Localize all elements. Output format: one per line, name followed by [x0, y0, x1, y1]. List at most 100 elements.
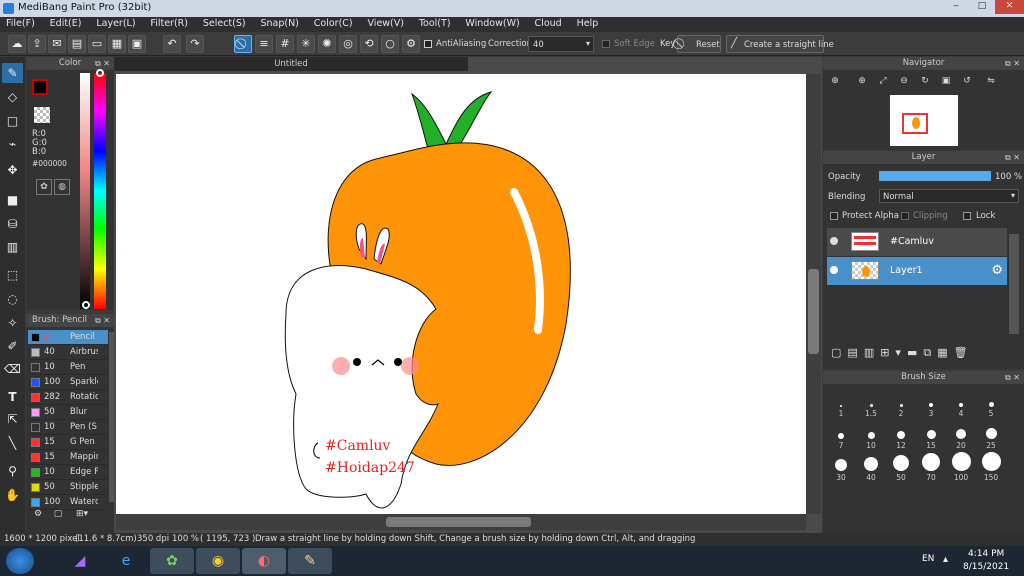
page-icon[interactable]: ▭ [88, 35, 106, 53]
transparent-swatch[interactable] [34, 107, 50, 123]
drawing-canvas[interactable]: #Camluv #Hoidap247 [116, 74, 806, 514]
radial-snap-icon[interactable]: ✺ [318, 35, 336, 53]
paint-icon[interactable]: ✎ [288, 548, 332, 574]
start-button[interactable] [6, 548, 34, 574]
app-green-icon[interactable]: ✿ [150, 548, 194, 574]
clock-date[interactable]: 8/15/2021 [963, 562, 1009, 572]
folder-icon[interactable]: ▬ [907, 346, 923, 359]
document-tab[interactable]: Untitled [114, 57, 468, 71]
brush-size-option[interactable]: 2 [886, 389, 916, 419]
share-icon[interactable]: ⇪ [28, 35, 46, 53]
hue-slider[interactable] [94, 73, 106, 309]
soft-edge-checkbox[interactable] [602, 40, 610, 48]
minimize-button[interactable]: ‒ [943, 0, 969, 14]
duplicate-icon[interactable]: ⧉ [923, 346, 937, 359]
brush-item[interactable]: 282 Rotation [28, 390, 108, 405]
brush-size-option[interactable]: 30 [826, 453, 856, 483]
menu-window[interactable]: Window(W) [459, 17, 525, 30]
vertical-scroll-thumb[interactable] [808, 269, 819, 354]
straight-line-button[interactable]: ╱ Create a straight line [726, 35, 834, 53]
brush-size-option[interactable]: 150 [976, 452, 1006, 483]
menu-cloud[interactable]: Cloud [529, 17, 568, 30]
new-brush-icon[interactable]: ▢ [50, 509, 66, 525]
menu-help[interactable]: Help [571, 17, 605, 30]
close-button[interactable]: ✕ [995, 0, 1024, 14]
layer-item-camluv[interactable]: #Camluv [827, 228, 1007, 256]
divide-tool-icon[interactable]: ╲ [2, 433, 23, 453]
chrome-icon[interactable]: ◉ [196, 548, 240, 574]
menu-select[interactable]: Select(S) [197, 17, 252, 30]
eraser-tool-icon[interactable]: ◇ [2, 87, 23, 107]
protect-alpha-checkbox[interactable] [830, 212, 838, 220]
rectangle-tool-icon[interactable]: □ [2, 111, 23, 131]
cloud-icon[interactable]: ☁ [8, 35, 26, 53]
select-eraser-icon[interactable]: ⌫ [2, 359, 23, 379]
brush-item[interactable]: 100 Watercolor [28, 495, 108, 510]
visual-studio-icon[interactable]: ◢ [58, 548, 102, 574]
zoom-in-icon[interactable]: ⊕ [854, 76, 870, 90]
reset-button[interactable]: ⃠ Reset [677, 35, 721, 53]
brush-item[interactable]: 10 Pen (S [28, 420, 108, 435]
brush-item[interactable]: 2 Pencil [28, 330, 108, 345]
layer-item-layer1[interactable]: Layer1 ⚙ [827, 257, 1007, 285]
menu-layer[interactable]: Layer(L) [90, 17, 141, 30]
text-tool-icon[interactable]: T [2, 387, 23, 407]
grid-icon[interactable]: ▦ [108, 35, 126, 53]
new-8bit-icon[interactable]: ▥ [864, 346, 880, 359]
select-pen-icon[interactable]: ✐ [2, 336, 23, 356]
brush-size-option[interactable]: 7 [826, 421, 856, 451]
horizontal-scroll-thumb[interactable] [386, 517, 531, 527]
zoom-in-icon[interactable]: ⊕ [827, 76, 843, 90]
foreground-color-swatch[interactable] [32, 79, 48, 95]
panel-icon[interactable]: ▣ [128, 35, 146, 53]
brush-size-option[interactable]: 3 [916, 389, 946, 419]
medibang-icon[interactable]: ◐ [242, 548, 286, 574]
brush-item[interactable]: 15 Mapping [28, 450, 108, 465]
correction-select[interactable]: 40 ▾ [528, 36, 594, 52]
snap-off-icon[interactable]: ⃠ [234, 35, 252, 53]
brightness-slider[interactable] [80, 73, 90, 309]
bucket-tool-icon[interactable]: ⛁ [2, 214, 23, 234]
chevron-up-icon[interactable]: ▴ [943, 554, 948, 565]
menu-filter[interactable]: Filter(R) [144, 17, 194, 30]
panel-menu-icon[interactable]: ⧉ ✕ [1005, 151, 1020, 164]
new-layer-icon[interactable]: ▢ [831, 346, 847, 359]
eyedropper-icon[interactable]: ⚲ [2, 461, 23, 481]
brush-size-option[interactable]: 20 [946, 421, 976, 451]
antialiasing-checkbox[interactable] [424, 40, 432, 48]
circle-snap-icon[interactable]: ◎ [339, 35, 357, 53]
brush-size-option[interactable]: 10 [856, 421, 886, 451]
operation-tool-icon[interactable]: ⇱ [2, 409, 23, 429]
brush-item[interactable]: 100 Sparkle [28, 375, 108, 390]
eye-icon[interactable] [830, 266, 838, 274]
brush-size-option[interactable]: 40 [856, 453, 886, 483]
fullscreen-icon[interactable]: ▣ [938, 76, 954, 90]
brush-size-option[interactable]: 25 [976, 421, 1006, 451]
redo-icon[interactable]: ↷ [186, 35, 204, 53]
flip-icon[interactable]: ⇋ [983, 76, 999, 90]
brush-size-option[interactable]: 15 [916, 421, 946, 451]
brush-size-option[interactable]: 4 [946, 389, 976, 419]
clipping-checkbox[interactable] [901, 212, 909, 220]
clock-time[interactable]: 4:14 PM [968, 549, 1004, 559]
comment-icon[interactable]: ✉ [48, 35, 66, 53]
eye-icon[interactable] [830, 237, 838, 245]
brush-size-option[interactable]: 5 [976, 389, 1006, 419]
language-indicator[interactable]: EN [922, 554, 934, 564]
brush-size-option[interactable]: 1 [826, 389, 856, 419]
brush-size-option[interactable]: 70 [916, 453, 946, 483]
parallel-snap-icon[interactable]: ≡ [255, 35, 273, 53]
vertical-scrollbar[interactable] [806, 74, 821, 514]
menu-color[interactable]: Color(C) [308, 17, 359, 30]
panel-menu-icon[interactable]: ⧉ ✕ [1005, 371, 1020, 384]
navigator-preview[interactable] [890, 95, 958, 146]
fit-icon[interactable]: ⤢ [875, 76, 891, 90]
cross-snap-icon[interactable]: # [276, 35, 294, 53]
curve-snap-icon[interactable]: ⟲ [360, 35, 378, 53]
menu-file[interactable]: File(F) [0, 17, 41, 30]
zoom-out-icon[interactable]: ⊖ [896, 76, 912, 90]
gear-icon[interactable]: ⚙ [991, 263, 1003, 278]
magic-wand-icon[interactable]: ✧ [2, 313, 23, 333]
layer-scrollbar[interactable] [1009, 234, 1019, 334]
horizontal-scrollbar[interactable] [116, 514, 806, 530]
